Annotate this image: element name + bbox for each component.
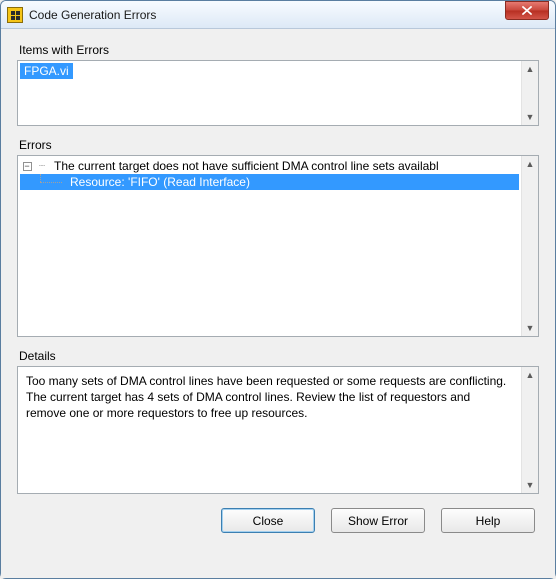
items-with-errors-label: Items with Errors [19, 43, 539, 57]
close-button[interactable]: Close [221, 508, 315, 533]
scrollbar[interactable]: ▲ ▼ [521, 367, 538, 493]
app-icon [7, 7, 23, 23]
dialog-window: Code Generation Errors Items with Errors… [0, 0, 556, 579]
scroll-down-icon[interactable]: ▼ [523, 109, 538, 125]
tree-child-label: Resource: 'FIFO' (Read Interface) [66, 175, 254, 189]
scroll-down-icon[interactable]: ▼ [523, 320, 538, 336]
scrollbar[interactable]: ▲ ▼ [521, 61, 538, 125]
window-title: Code Generation Errors [29, 8, 505, 22]
tree-parent-label: The current target does not have suffici… [50, 159, 443, 173]
titlebar[interactable]: Code Generation Errors [1, 1, 555, 29]
help-button[interactable]: Help [441, 508, 535, 533]
tree-row-parent[interactable]: − ┈ The current target does not have suf… [20, 158, 519, 174]
button-row: Close Show Error Help [17, 508, 539, 533]
dialog-content: Items with Errors FPGA.vi ▲ ▼ Errors − ┈… [1, 29, 555, 578]
scroll-down-icon[interactable]: ▼ [523, 477, 538, 493]
details-label: Details [19, 349, 539, 363]
scroll-up-icon[interactable]: ▲ [523, 61, 538, 77]
close-icon [522, 6, 532, 15]
scrollbar[interactable]: ▲ ▼ [521, 156, 538, 336]
tree-row-child[interactable]: Resource: 'FIFO' (Read Interface) [20, 174, 519, 190]
errors-label: Errors [19, 138, 539, 152]
tree-connector-icon: ┈ [34, 161, 50, 172]
show-error-button[interactable]: Show Error [331, 508, 425, 533]
list-item[interactable]: FPGA.vi [20, 63, 73, 79]
close-window-button[interactable] [505, 1, 549, 20]
tree-expander-icon[interactable]: − [23, 162, 32, 171]
scroll-up-icon[interactable]: ▲ [523, 367, 538, 383]
scroll-up-icon[interactable]: ▲ [523, 156, 538, 172]
tree-connector-icon [34, 174, 66, 190]
details-panel: Too many sets of DMA control lines have … [17, 366, 539, 494]
errors-tree[interactable]: − ┈ The current target does not have suf… [17, 155, 539, 337]
details-text: Too many sets of DMA control lines have … [20, 369, 519, 426]
items-with-errors-list[interactable]: FPGA.vi ▲ ▼ [17, 60, 539, 126]
